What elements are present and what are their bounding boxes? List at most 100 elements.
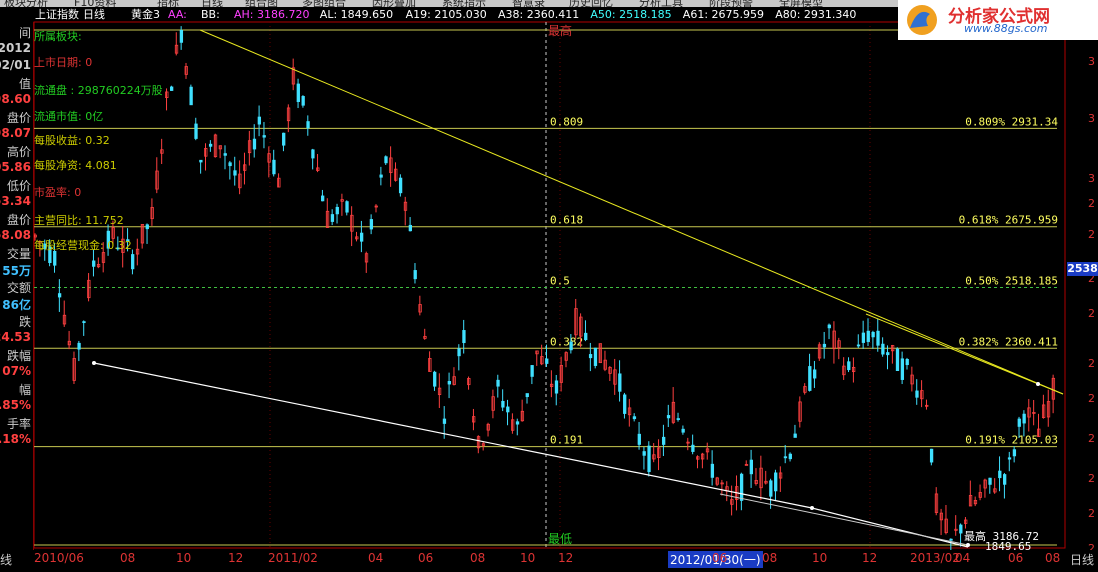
candle-body bbox=[623, 394, 627, 414]
menu-item[interactable]: 组合图 bbox=[245, 0, 278, 7]
candle-body bbox=[296, 83, 300, 103]
candle-body bbox=[145, 224, 149, 230]
candlestick-chart[interactable]: 0.809 0.809% 2931.34 0.618 0.618% 2675.959 0… bbox=[0, 0, 1098, 572]
indicator-param: AA: bbox=[168, 8, 187, 21]
candle-body bbox=[1017, 418, 1021, 427]
period-tab[interactable]: 日线 bbox=[1070, 551, 1094, 568]
menu-item[interactable]: 因形叠加 bbox=[372, 0, 416, 7]
candle-body bbox=[257, 116, 261, 125]
menu-item[interactable]: 指标 bbox=[157, 0, 179, 7]
quote-value: 86亿 bbox=[2, 298, 31, 312]
quote-value: 55万 bbox=[2, 264, 31, 278]
candle-body bbox=[593, 347, 598, 366]
candle-body bbox=[457, 348, 461, 357]
left-tab[interactable]: 线 bbox=[0, 551, 12, 568]
candle-body bbox=[194, 123, 198, 139]
fib-right-label: 0.50% 2518.185 bbox=[965, 275, 1058, 288]
support-line-2 bbox=[719, 493, 969, 546]
candle-body bbox=[666, 415, 671, 419]
right-axis-label: 2 bbox=[1088, 197, 1095, 210]
downtrend-resistance-line bbox=[199, 29, 1064, 395]
candle-body bbox=[530, 365, 534, 377]
info-key: 所属板块: bbox=[34, 30, 82, 43]
fib-mid-label: 0.191 bbox=[550, 434, 583, 447]
stock-info-row: 每股经营现金: 0.32 bbox=[34, 237, 132, 253]
candle-body bbox=[447, 381, 451, 385]
date-tick-label: 2010/06 bbox=[34, 551, 84, 565]
menu-item[interactable]: 日线 bbox=[201, 0, 223, 7]
site-logo: 分析家公式网 www.88gs.com bbox=[898, 0, 1098, 40]
stock-info-row: 流通盘 : 298760224万股 bbox=[34, 82, 163, 98]
candle-body bbox=[783, 456, 788, 459]
date-tick-label: 10 bbox=[812, 551, 828, 565]
info-key: 主营同比: bbox=[34, 214, 82, 227]
stock-name: 上证指数 bbox=[35, 8, 79, 21]
date-tick-label: 04 bbox=[955, 551, 971, 565]
candle-body bbox=[413, 270, 417, 280]
candle-body bbox=[301, 96, 305, 106]
date-tick-label: 2013/02 bbox=[910, 551, 960, 565]
candle-body bbox=[262, 135, 266, 138]
menu-item[interactable]: 阶段预警 bbox=[709, 0, 753, 7]
candle-body bbox=[306, 121, 310, 129]
candle-body bbox=[929, 448, 934, 463]
quote-value: 53.34 bbox=[0, 194, 31, 208]
candle-body bbox=[749, 459, 753, 475]
candle-body bbox=[345, 201, 349, 213]
quote-label: 手率 bbox=[6, 417, 31, 431]
info-key: 上市日期: bbox=[34, 56, 82, 69]
info-value: 0亿 bbox=[81, 110, 104, 123]
quote-value: .85% bbox=[0, 398, 31, 412]
candle-body bbox=[808, 366, 812, 391]
menu-item[interactable]: 板块分析 bbox=[4, 0, 48, 7]
date-tick-label: 08 bbox=[120, 551, 136, 565]
candle-body bbox=[637, 433, 641, 445]
candle-body bbox=[662, 436, 666, 445]
quote-label: 间 bbox=[18, 26, 31, 40]
date-tick-label: 10 bbox=[176, 551, 192, 565]
candle-body bbox=[384, 156, 388, 164]
candle-body bbox=[618, 373, 622, 392]
menu-item[interactable]: 历史回忆 bbox=[569, 0, 613, 7]
menu-item[interactable]: 智意录 bbox=[512, 0, 545, 7]
candle-body bbox=[57, 293, 62, 298]
candle-body bbox=[988, 477, 992, 485]
indicator-param: A19: 2105.030 bbox=[405, 8, 487, 21]
right-axis-label: 2 bbox=[1088, 228, 1095, 241]
menu-item[interactable]: 分析工具 bbox=[639, 0, 683, 7]
candle-body bbox=[92, 260, 96, 267]
right-axis-label: 3 bbox=[1088, 172, 1095, 185]
fib-mid-label: 0.809 bbox=[550, 115, 583, 128]
menu-item[interactable]: F10资料 bbox=[74, 0, 116, 7]
candle-body bbox=[433, 371, 437, 387]
candle-body bbox=[233, 170, 237, 176]
stock-info-row: 市盈率: 0 bbox=[34, 184, 81, 200]
candle-body bbox=[871, 331, 875, 338]
trend-anchor-point bbox=[966, 543, 970, 547]
candle-body bbox=[525, 393, 529, 398]
date-tick-label: 2011/02 bbox=[268, 551, 318, 565]
candle-body bbox=[827, 324, 831, 329]
quote-value: 07% bbox=[2, 364, 31, 378]
info-value: 4.081 bbox=[81, 159, 117, 172]
candle-body bbox=[1012, 449, 1017, 457]
candle-body bbox=[501, 400, 505, 408]
info-key: 流通盘 : bbox=[34, 84, 75, 97]
menu-item[interactable]: 全屏模型 bbox=[779, 0, 823, 7]
candle-body bbox=[676, 418, 680, 420]
quote-panel: 间201202/01值98.60盘价98.07高价05.86低价53.34盘价5… bbox=[0, 22, 34, 550]
quote-value: 58.08 bbox=[0, 228, 31, 242]
menu-item[interactable]: 多图组合 bbox=[302, 0, 346, 7]
quote-label: 交量 bbox=[6, 247, 31, 261]
candle-body bbox=[398, 177, 403, 194]
right-axis-label: 3 bbox=[1088, 55, 1095, 68]
candle-body bbox=[179, 30, 184, 43]
candle-body bbox=[228, 162, 232, 167]
right-price-axis: 3332222222222 bbox=[1065, 22, 1098, 555]
quote-label: 交额 bbox=[6, 281, 31, 295]
candle-body bbox=[272, 159, 276, 175]
candle-body bbox=[881, 343, 885, 355]
menu-item[interactable]: 系统指示 bbox=[442, 0, 486, 7]
right-axis-label: 3 bbox=[1088, 112, 1095, 125]
info-value: 0.32 bbox=[81, 134, 110, 147]
